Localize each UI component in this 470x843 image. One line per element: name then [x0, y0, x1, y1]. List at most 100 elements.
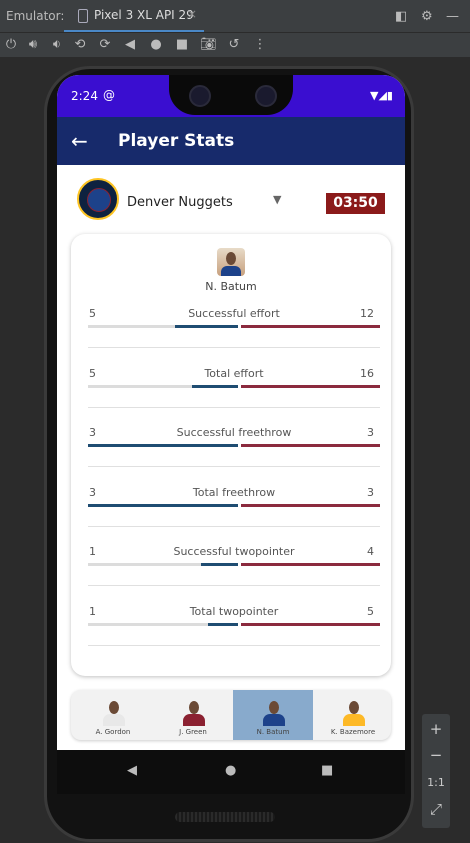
roster-player-name: K. Bazemore: [330, 728, 376, 736]
stat-left-bar: [88, 563, 238, 566]
at-icon: @: [103, 88, 115, 102]
stat-right-fill: [241, 563, 380, 566]
more-icon[interactable]: ⋮: [252, 37, 268, 52]
front-camera-icon: [189, 85, 211, 107]
stat-row: 3 Successful freethrow 3: [88, 426, 380, 486]
team-logo-icon: [77, 178, 119, 220]
back-arrow-icon[interactable]: ←: [71, 129, 88, 153]
stat-left-fill: [191, 384, 238, 388]
stat-right-bar: [241, 563, 380, 566]
status-bar: 2:24 @ ▼◢▮: [57, 75, 405, 117]
window-mode-icon[interactable]: ◧: [395, 9, 407, 24]
roster-avatar: [100, 698, 128, 726]
roster-player-name: N. Batum: [256, 728, 290, 736]
stat-right-fill: [241, 444, 380, 447]
roster-strip: A. Gordon J. Green N. Batum K. Bazemore: [71, 690, 391, 740]
stat-left-fill: [175, 325, 238, 328]
fit-screen-icon[interactable]: ⤢: [422, 800, 450, 818]
speaker-grille: [175, 812, 275, 822]
stat-right-value: 16: [360, 366, 374, 380]
stat-divider: [88, 466, 380, 467]
close-tab-icon[interactable]: ×: [187, 7, 197, 21]
power-icon[interactable]: ⏻: [3, 37, 19, 52]
stat-left-fill: [88, 444, 238, 447]
roster-player[interactable]: N. Batum: [233, 690, 313, 740]
stat-divider: [88, 525, 380, 527]
stats-card: N. Batum 5 Successful effort 12 5 Total effo…: [71, 234, 391, 676]
stat-left-bar: [88, 444, 238, 447]
emulator-label: Emulator:: [6, 9, 65, 23]
snapshot-icon[interactable]: ↺: [226, 37, 242, 52]
stat-right-bar: [241, 503, 380, 507]
roster-avatar: [260, 698, 288, 726]
roster-avatar: [340, 698, 368, 726]
stat-label: Successful effort: [188, 307, 280, 320]
gear-icon[interactable]: ⚙: [421, 9, 433, 24]
emulator-toolbar: ⏻ 🔊︎ 🔉︎ ⟲ ⟳ ◀ ● ■ 📷︎ ↺ ⋮: [0, 33, 470, 57]
stat-row: 1 Total twopointer 5: [88, 605, 380, 665]
stat-right-value: 5: [367, 604, 374, 618]
zoom-reset-button[interactable]: 1:1: [422, 776, 450, 789]
stat-row: 5 Total effort 16: [88, 367, 380, 427]
volume-up-icon[interactable]: 🔊︎: [25, 37, 41, 52]
stat-divider: [88, 406, 380, 408]
stat-left-bar: [88, 325, 238, 328]
stat-right-fill: [241, 622, 380, 626]
team-selector-row: Denver Nuggets ▼ 03:50: [57, 165, 405, 233]
chevron-down-icon[interactable]: ▼: [273, 193, 281, 206]
home-icon[interactable]: ●: [148, 37, 164, 52]
stat-right-value: 3: [367, 426, 374, 439]
overview-icon[interactable]: ■: [174, 37, 190, 52]
phone-screen: 2:24 @ ▼◢▮ ← Player Stats Denver Nuggets…: [57, 75, 405, 750]
stat-row: 3 Total freethrow 3: [88, 486, 380, 546]
stat-right-value: 12: [360, 307, 374, 320]
stat-right-bar: [241, 622, 380, 626]
stat-divider: [88, 644, 380, 646]
stat-label: Total freethrow: [192, 485, 276, 499]
stat-divider: [88, 347, 380, 348]
camera-icon[interactable]: 📷︎: [200, 37, 217, 52]
zoom-controls: + − 1:1 ⤢: [422, 714, 450, 828]
team-name[interactable]: Denver Nuggets: [127, 195, 233, 210]
player-avatar: [217, 248, 245, 276]
volume-down-icon[interactable]: 🔉︎: [49, 37, 65, 52]
stat-left-fill: [208, 622, 238, 626]
stat-divider: [88, 585, 380, 586]
player-name: N. Batum: [205, 280, 257, 293]
roster-player[interactable]: A. Gordon: [73, 690, 153, 740]
nav-back-icon[interactable]: ◀: [127, 763, 137, 778]
stat-label: Total effort: [204, 366, 264, 380]
back-icon[interactable]: ◀: [122, 37, 138, 52]
stat-label: Successful freethrow: [176, 426, 292, 439]
roster-player[interactable]: K. Bazemore: [313, 690, 391, 740]
rotate-right-icon[interactable]: ⟳: [97, 37, 113, 52]
nav-recents-icon[interactable]: ■: [321, 763, 333, 778]
roster-avatar: [180, 698, 208, 726]
stat-right-bar: [241, 325, 380, 328]
stat-row: 1 Successful twopointer 4: [88, 545, 380, 605]
phone-icon: [78, 9, 88, 23]
roster-player[interactable]: J. Green: [153, 690, 233, 740]
android-nav-bar: ◀ ● ■: [57, 750, 405, 794]
stat-right-value: 3: [367, 485, 374, 499]
stat-left-bar: [88, 622, 238, 626]
app-bar: ← Player Stats: [57, 117, 405, 165]
zoom-in-icon[interactable]: +: [422, 720, 450, 738]
zoom-out-icon[interactable]: −: [422, 746, 450, 764]
stat-label: Total twopointer: [189, 604, 279, 618]
stat-right-bar: [241, 444, 380, 447]
roster-player-name: J. Green: [179, 728, 207, 736]
stat-label: Successful twopointer: [173, 545, 295, 558]
device-tab[interactable]: Pixel 3 XL API 29 ×: [64, 0, 204, 32]
minimize-icon[interactable]: —: [446, 9, 459, 24]
stat-left-fill: [200, 563, 238, 566]
stat-row: 5 Successful effort 12: [88, 307, 380, 367]
nav-home-icon[interactable]: ●: [225, 763, 236, 778]
stat-left-bar: [88, 503, 238, 507]
stat-right-bar: [241, 384, 380, 388]
stat-right-fill: [241, 503, 380, 507]
rotate-left-icon[interactable]: ⟲: [72, 37, 88, 52]
stat-left-fill: [88, 503, 238, 507]
stat-right-fill: [241, 384, 380, 388]
device-tab-label: Pixel 3 XL API 29: [94, 8, 194, 22]
